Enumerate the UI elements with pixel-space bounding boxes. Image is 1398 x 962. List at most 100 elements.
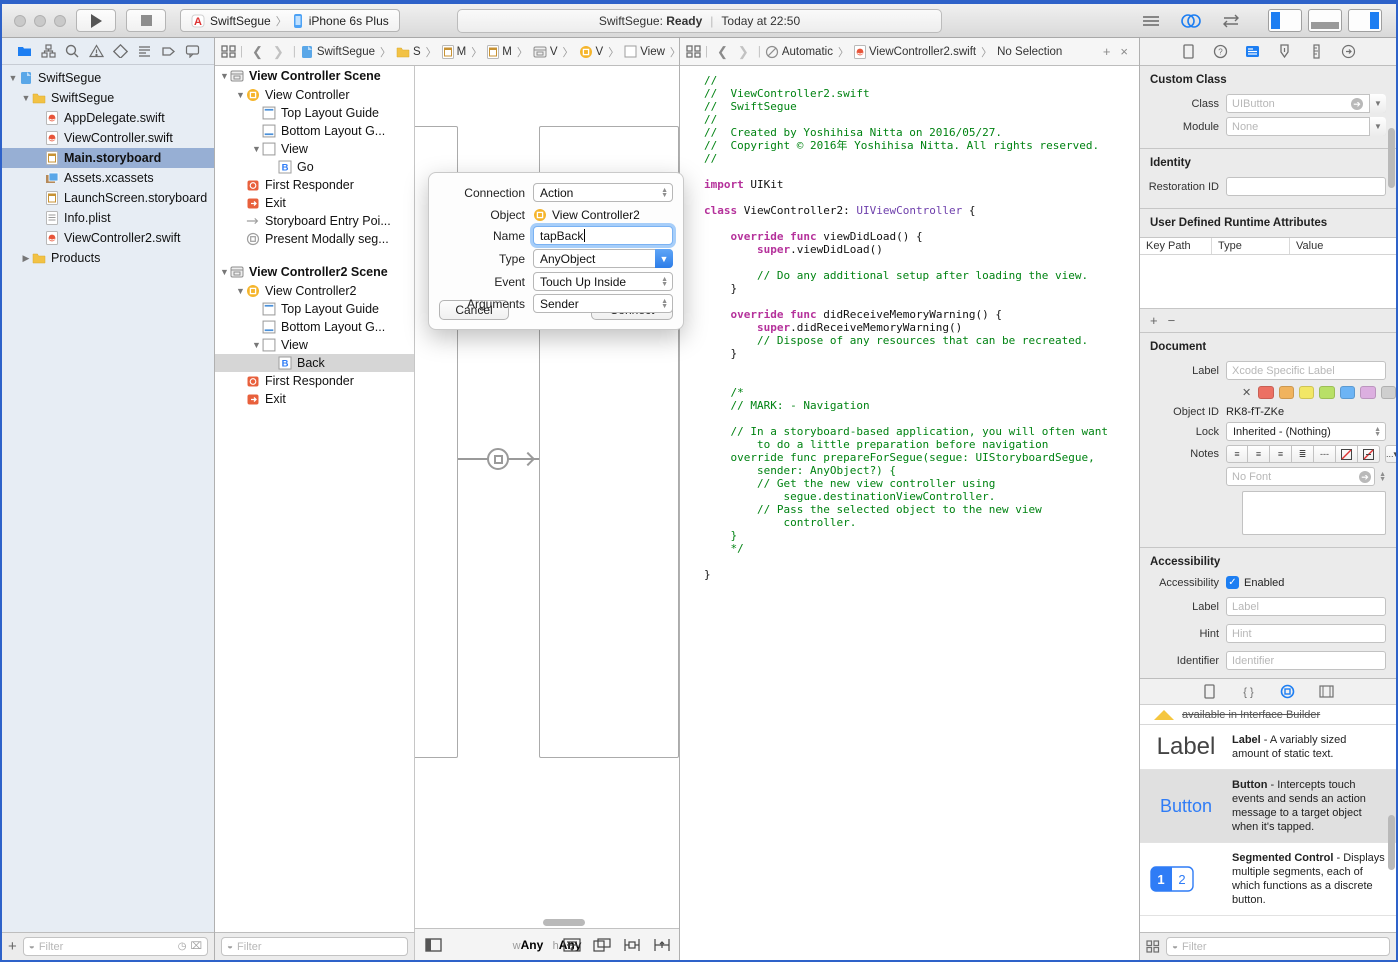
attributes-inspector-icon[interactable]	[1277, 44, 1292, 59]
align-justify-button[interactable]: ≣	[1292, 445, 1314, 463]
code-line[interactable]	[704, 165, 1139, 178]
code-line[interactable]: // Copyright © 2016年 Yoshihisa Nitta. Al…	[704, 139, 1139, 152]
document-label-field[interactable]: Xcode Specific Label	[1226, 361, 1386, 380]
stack-button[interactable]	[563, 938, 581, 952]
color-swatch[interactable]	[1340, 386, 1355, 399]
module-dropdown-icon[interactable]: ▼	[1369, 117, 1386, 136]
close-assistant-editor-button[interactable]: ×	[1120, 44, 1128, 59]
back-nav-button[interactable]: ❮	[252, 44, 263, 60]
navigator-row[interactable]: LaunchScreen.storyboard	[2, 188, 214, 208]
align-right-button[interactable]: ≡	[1270, 445, 1292, 463]
issue-navigator-icon[interactable]	[89, 44, 104, 58]
udra-remove-button[interactable]: −	[1168, 313, 1176, 328]
code-line[interactable]: segue.destinationViewController.	[704, 490, 1139, 503]
editor-breadcrumb-item[interactable]: No Selection	[997, 46, 1062, 58]
debug-navigator-icon[interactable]	[137, 44, 152, 58]
code-line[interactable]: }	[704, 529, 1139, 542]
navigator-filter-field[interactable]: ◒ Filter ◷ ⌧	[23, 937, 208, 956]
name-input[interactable]: tapBack	[533, 226, 673, 245]
quick-help-icon[interactable]: ?	[1213, 44, 1228, 59]
connections-inspector-icon[interactable]	[1341, 44, 1356, 59]
no-border-button[interactable]	[1336, 445, 1358, 463]
no-color-button[interactable]: ✕	[1242, 386, 1251, 399]
type-combo-box[interactable]: AnyObject▼	[533, 249, 673, 268]
code-line[interactable]: /*	[704, 386, 1139, 399]
library-item-partial[interactable]: available in Interface Builder	[1140, 705, 1396, 725]
code-line[interactable]: // Pass the selected object to the new v…	[704, 503, 1139, 516]
library-scrollbar[interactable]	[1388, 815, 1395, 870]
code-line[interactable]	[704, 295, 1139, 308]
segue-icon[interactable]	[487, 448, 509, 470]
identity-inspector-icon[interactable]	[1245, 44, 1260, 59]
outline-row[interactable]: ▼View Controller	[215, 86, 414, 104]
navigator-row[interactable]: Assets.xcassets	[2, 168, 214, 188]
code-line[interactable]: to do a little preparation before naviga…	[704, 438, 1139, 451]
forward-nav-button[interactable]: ❯	[273, 44, 284, 60]
resolve-issues-button[interactable]	[653, 938, 671, 952]
navigator-row[interactable]: ViewController2.swift	[2, 228, 214, 248]
outline-row[interactable]: ▼View	[215, 336, 414, 354]
navigator-row[interactable]: Info.plist	[2, 208, 214, 228]
code-line[interactable]: }	[704, 347, 1139, 360]
editor-breadcrumb-item[interactable]: ViewController2.swift	[854, 45, 976, 59]
code-line[interactable]: }	[704, 568, 1139, 581]
report-navigator-icon[interactable]	[185, 44, 200, 58]
acc-label-field[interactable]: Label	[1226, 597, 1386, 616]
code-line[interactable]: */	[704, 542, 1139, 555]
code-line[interactable]: }	[704, 282, 1139, 295]
toggle-debug-area-button[interactable]	[1308, 9, 1342, 32]
file-template-library-icon[interactable]	[1202, 684, 1217, 699]
project-navigator-icon[interactable]	[17, 44, 32, 58]
color-swatch[interactable]	[1258, 386, 1273, 399]
class-field[interactable]: UIButton ➔ ▼	[1226, 94, 1386, 113]
version-editor-button[interactable]	[1214, 9, 1248, 32]
jump-to-class-icon[interactable]: ➔	[1351, 98, 1363, 110]
align-center-button[interactable]: ≡	[1248, 445, 1270, 463]
disclosure-triangle-icon[interactable]: ▶	[21, 253, 31, 264]
ib-breadcrumb-item[interactable]: M	[487, 45, 512, 59]
code-line[interactable]	[704, 191, 1139, 204]
accessibility-enabled-checkbox[interactable]: ✓	[1226, 576, 1239, 589]
code-line[interactable]	[704, 555, 1139, 568]
code-line[interactable]: controller.	[704, 516, 1139, 529]
assistant-editor-button[interactable]	[1174, 9, 1208, 32]
more-format-button[interactable]: ...▾	[1385, 445, 1396, 463]
color-swatch[interactable]	[1319, 386, 1334, 399]
font-picker-icon[interactable]: ➔	[1359, 471, 1371, 483]
outline-filter-field[interactable]: ◒ Filter	[221, 937, 408, 956]
code-line[interactable]	[704, 256, 1139, 269]
hide-document-outline-button[interactable]	[425, 938, 442, 952]
source-code[interactable]: //// ViewController2.swift// SwiftSegue/…	[680, 66, 1139, 960]
ib-breadcrumb-item[interactable]: V	[579, 45, 604, 59]
outline-scene-header[interactable]: ▼View Controller Scene	[215, 66, 414, 86]
disclosure-triangle-icon[interactable]: ▼	[251, 144, 262, 154]
notes-text-area[interactable]	[1242, 491, 1386, 535]
color-swatch[interactable]	[1381, 386, 1396, 399]
back-nav-button[interactable]: ❮	[717, 44, 728, 60]
outline-row[interactable]: BGo	[215, 158, 414, 176]
class-dropdown-icon[interactable]: ▼	[1369, 94, 1386, 113]
navigator-row[interactable]: ViewController.swift	[2, 128, 214, 148]
acc-hint-field[interactable]: Hint	[1226, 624, 1386, 643]
code-line[interactable]: // MARK: - Navigation	[704, 399, 1139, 412]
code-line[interactable]: class ViewController2: UIViewController …	[704, 204, 1139, 217]
navigator-row[interactable]: AppDelegate.swift	[2, 108, 214, 128]
udra-column-header[interactable]: Type	[1212, 238, 1290, 254]
navigator-row[interactable]: ▼SwiftSegue	[2, 88, 214, 108]
code-line[interactable]: // Do any additional setup after loading…	[704, 269, 1139, 282]
code-line[interactable]: // ViewController2.swift	[704, 87, 1139, 100]
udra-column-header[interactable]: Key Path	[1140, 238, 1212, 254]
disclosure-triangle-icon[interactable]: ▼	[235, 90, 246, 100]
canvas-horizontal-scrollbar[interactable]	[543, 919, 585, 926]
object-library-icon[interactable]	[1280, 684, 1295, 699]
outline-row[interactable]: Present Modally seg...	[215, 230, 414, 248]
library-item-button[interactable]: ButtonButton - Intercepts touch events a…	[1140, 770, 1396, 843]
ib-breadcrumb-item[interactable]: View	[624, 45, 665, 58]
stop-button[interactable]	[126, 9, 166, 32]
zoom-window-button[interactable]	[54, 15, 66, 27]
search-navigator-icon[interactable]	[65, 44, 80, 58]
outline-row[interactable]: Exit	[215, 194, 414, 212]
close-window-button[interactable]	[14, 15, 26, 27]
toggle-navigator-button[interactable]	[1268, 9, 1302, 32]
connection-popup-button[interactable]: Action▲▼	[533, 183, 673, 202]
